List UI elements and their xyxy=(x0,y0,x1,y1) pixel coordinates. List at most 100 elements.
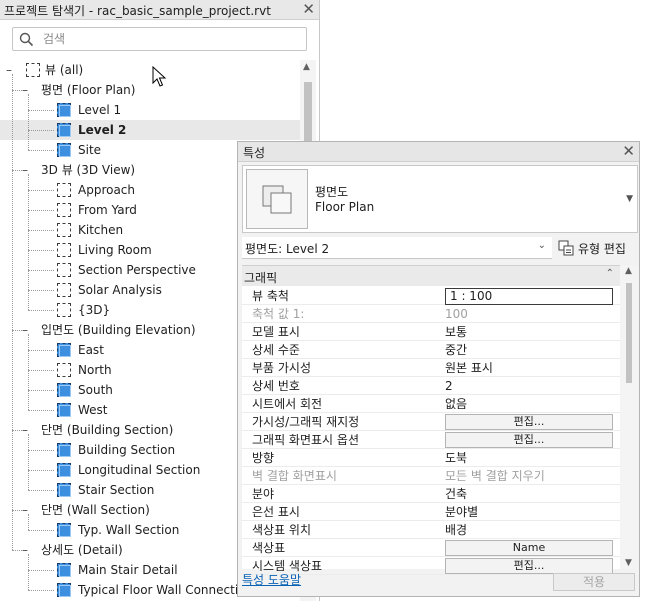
property-row[interactable]: 색상표 위치 배경 xyxy=(242,521,620,539)
search-input[interactable] xyxy=(41,30,291,48)
tree-view-item[interactable]: Level 1 xyxy=(0,100,300,120)
instance-filter-dropdown[interactable]: 평면도: Level 2 ⌄ xyxy=(242,237,552,259)
property-value[interactable]: 2 xyxy=(445,377,613,395)
property-value[interactable]: 중간 xyxy=(445,341,613,359)
property-name: 뷰 축척 xyxy=(252,289,289,303)
tree-connector-line xyxy=(28,174,29,310)
property-name: 축척 값 1: xyxy=(252,307,305,321)
views-root-icon xyxy=(26,63,40,77)
tree-connector xyxy=(28,390,54,391)
tree-connector xyxy=(28,290,54,291)
view-icon xyxy=(57,443,71,457)
apply-button[interactable]: 적용 xyxy=(553,573,635,591)
scroll-up-icon[interactable]: ▲ xyxy=(625,266,632,276)
chevron-down-icon[interactable]: ▼ xyxy=(626,194,633,204)
property-row[interactable]: 상세 수준 중간 xyxy=(242,341,620,359)
group-header-label: 그래픽 xyxy=(244,271,278,285)
view-icon xyxy=(57,283,71,297)
tree-connector xyxy=(28,590,54,591)
tree-item-label: 단면 (Building Section) xyxy=(41,423,174,437)
tree-connector-line xyxy=(28,334,29,410)
type-selector[interactable]: 평면도 Floor Plan ▼ xyxy=(242,165,638,233)
property-value[interactable]: 건축 xyxy=(445,485,613,503)
tree-item-label: 3D 뷰 (3D View) xyxy=(41,163,136,177)
property-name: 상세 수준 xyxy=(252,343,300,357)
edit-type-icon xyxy=(558,240,574,256)
close-icon[interactable]: ✕ xyxy=(302,0,315,18)
property-row[interactable]: 부품 가시성 원본 표시 xyxy=(242,359,620,377)
properties-help-link[interactable]: 특성 도움말 xyxy=(242,571,301,588)
tree-item-label: South xyxy=(78,383,113,397)
mouse-pointer-icon xyxy=(152,66,166,87)
property-edit-button[interactable]: 편집... xyxy=(445,558,613,574)
view-icon xyxy=(57,203,71,217)
scrollbar-thumb[interactable] xyxy=(626,283,632,383)
property-value[interactable]: 도북 xyxy=(445,449,613,467)
tree-connector xyxy=(28,270,54,271)
collapse-icon[interactable]: ⌃ xyxy=(606,268,614,279)
tree-view-item[interactable]: Level 2 xyxy=(0,120,300,140)
tree-category[interactable]: – 평면 (Floor Plan) xyxy=(0,80,300,100)
property-row[interactable]: 축척 값 1: 100 xyxy=(242,305,620,323)
tree-connector-line xyxy=(28,554,29,590)
property-name: 방향 xyxy=(252,451,275,465)
chevron-down-icon[interactable]: ⌄ xyxy=(538,240,546,251)
scroll-up-icon[interactable]: ▲ xyxy=(303,62,310,72)
tree-connector-line xyxy=(28,514,29,530)
tree-root[interactable]: – 뷰 (all) xyxy=(0,60,300,80)
tree-item-label: Living Room xyxy=(78,243,152,257)
tree-item-label: Typical Floor Wall Connection xyxy=(78,583,254,597)
tree-item-label: Building Section xyxy=(78,443,176,457)
tree-item-label: West xyxy=(78,403,108,417)
property-row[interactable]: 가시성/그래픽 재지정 편집... xyxy=(242,413,620,431)
group-header-graphics[interactable]: 그래픽 ⌃ xyxy=(242,266,620,286)
property-value[interactable]: 배경 xyxy=(445,521,613,539)
view-icon xyxy=(57,563,71,577)
tree-item-label: Kitchen xyxy=(78,223,124,237)
type-family-name: 평면도 xyxy=(315,185,349,199)
property-row[interactable]: 방향 도북 xyxy=(242,449,620,467)
property-name: 색상표 xyxy=(252,541,286,555)
properties-scrollbar[interactable]: ▲ ▼ xyxy=(620,265,638,569)
tree-item-label: Approach xyxy=(78,183,136,197)
type-name: Floor Plan xyxy=(315,200,375,214)
tree-item-label: East xyxy=(78,343,104,357)
property-row[interactable]: 분야 건축 xyxy=(242,485,620,503)
property-row[interactable]: 상세 번호 2 xyxy=(242,377,620,395)
view-icon xyxy=(57,243,71,257)
property-edit-button[interactable]: 편집... xyxy=(445,432,613,448)
property-row[interactable]: 그래픽 화면표시 옵션 편집... xyxy=(242,431,620,449)
property-value[interactable]: 원본 표시 xyxy=(445,359,613,377)
property-row[interactable]: 뷰 축척 1 : 100 xyxy=(242,287,620,305)
view-icon xyxy=(57,483,71,497)
tree-connector xyxy=(28,130,54,131)
property-row[interactable]: 시트에서 회전 없음 xyxy=(242,395,620,413)
edit-type-button[interactable]: 유형 편집 xyxy=(558,237,638,259)
view-icon xyxy=(57,183,71,197)
property-value[interactable]: 분야별 xyxy=(445,503,613,521)
property-value[interactable]: 없음 xyxy=(445,395,613,413)
tree-connector xyxy=(28,530,54,531)
property-row[interactable]: 모델 표시 보통 xyxy=(242,323,620,341)
instance-filter-value: 평면도: Level 2 xyxy=(245,242,330,256)
tree-item-label: From Yard xyxy=(78,203,137,217)
properties-titlebar[interactable]: 특성 ✕ xyxy=(238,142,639,162)
tree-connector xyxy=(12,170,22,171)
property-row[interactable]: 은선 표시 분야별 xyxy=(242,503,620,521)
property-edit-button[interactable]: 편집... xyxy=(445,414,613,430)
tree-item-label: Typ. Wall Section xyxy=(78,523,180,537)
search-box[interactable] xyxy=(12,27,307,51)
scroll-down-icon[interactable]: ▼ xyxy=(625,558,632,568)
properties-grid: 그래픽 ⌃ 뷰 축척 1 : 100 축척 값 1: 100 모델 표시 보통상세 수준 중… xyxy=(242,265,620,575)
tree-connector xyxy=(12,90,22,91)
close-icon[interactable]: ✕ xyxy=(622,142,635,160)
property-value-input[interactable]: 1 : 100 xyxy=(445,288,613,305)
tree-item-label: Solar Analysis xyxy=(78,283,162,297)
project-browser-titlebar[interactable]: 프로젝트 탐색기 - rac_basic_sample_project.rvt … xyxy=(0,0,319,20)
property-name: 그래픽 화면표시 옵션 xyxy=(252,433,359,447)
view-icon xyxy=(57,143,71,157)
property-value[interactable]: 보통 xyxy=(445,323,613,341)
property-row[interactable]: 색상표 Name xyxy=(242,539,620,557)
property-row[interactable]: 벽 결합 화면표시 모든 벽 결합 지우기 xyxy=(242,467,620,485)
property-edit-button[interactable]: Name xyxy=(445,540,613,556)
